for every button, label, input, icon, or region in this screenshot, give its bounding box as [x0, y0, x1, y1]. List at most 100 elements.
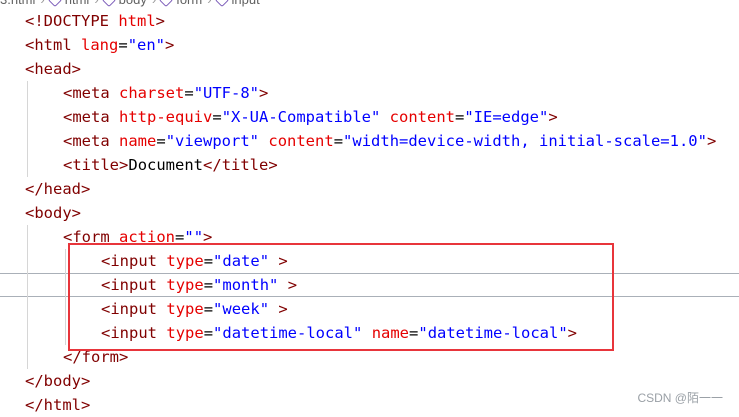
code-token-punct: </ [203, 156, 222, 174]
code-token-tag: meta [72, 84, 110, 102]
code-token-punct: > [81, 396, 91, 414]
code-token-punct: > [548, 108, 558, 126]
code-token-punct: < [63, 108, 73, 126]
watermark: CSDN @陌一一 [637, 391, 723, 405]
code-token-tag: head [34, 60, 72, 78]
code-token-tag: title [72, 156, 120, 174]
code-token-attr: content [389, 108, 455, 126]
element-icon [159, 0, 174, 8]
code-token-punct: <! [25, 12, 44, 30]
breadcrumb-item[interactable]: body [119, 0, 147, 7]
code-token-attr: html [118, 12, 156, 30]
code-token-text: = [184, 84, 194, 102]
code-token-tag: meta [72, 108, 110, 126]
indent-guide [65, 321, 66, 345]
breadcrumb-separator: › [207, 0, 211, 7]
code-token-attr: lang [81, 36, 119, 54]
code-line[interactable]: <meta name="viewport" content="width=dev… [0, 129, 739, 153]
indent-guide [65, 273, 66, 297]
code-token-text: = [333, 132, 344, 150]
code-line[interactable]: </head> [0, 177, 739, 201]
code-token-str: "IE=edge" [464, 108, 549, 126]
code-token-punct: > [155, 12, 166, 30]
element-icon [214, 0, 229, 8]
breadcrumb-item[interactable]: form [176, 0, 202, 7]
code-token-attr: http-equiv [119, 108, 213, 126]
code-token-punct: > [259, 84, 269, 102]
code-token-punct: > [706, 132, 717, 150]
breadcrumb-item[interactable]: html [65, 0, 90, 7]
code-token-tag: body [34, 204, 72, 222]
code-token-punct: < [63, 156, 73, 174]
code-token-tag: body [43, 372, 81, 390]
code-line[interactable]: <title>Document</title> [0, 153, 739, 177]
code-token-punct: > [268, 156, 278, 174]
code-line[interactable]: <meta charset="UTF-8"> [0, 81, 739, 105]
code-token-punct: < [25, 36, 35, 54]
indent-guide [27, 297, 28, 321]
code-token-tag: head [43, 180, 81, 198]
breadcrumb-separator: › [94, 0, 98, 7]
indent-guide [27, 249, 28, 273]
breadcrumb-item[interactable]: input [232, 0, 260, 7]
code-line[interactable]: <html lang="en"> [0, 33, 739, 57]
code-line[interactable]: <head> [0, 57, 739, 81]
code-token-str: "viewport" [165, 132, 260, 150]
code-token-punct: </ [25, 180, 44, 198]
code-token-punct: </ [25, 372, 44, 390]
code-token-punct: > [71, 204, 82, 222]
code-token-str: "X-UA-Compatible" [221, 108, 381, 126]
code-token-punct: > [81, 372, 91, 390]
indent-guide [27, 153, 28, 177]
code-token-text: = [156, 132, 166, 150]
breadcrumb-separator: › [152, 0, 156, 7]
code-line[interactable]: </html> [0, 393, 739, 417]
code-token-text: = [118, 36, 128, 54]
element-icon [47, 0, 62, 8]
code-token-tag: html [34, 36, 72, 54]
code-token-tag: html [43, 396, 81, 414]
code-token-str: "width=device-width, initial-scale=1.0" [343, 132, 707, 150]
code-token-punct: > [165, 36, 175, 54]
indent-guide [27, 129, 28, 153]
code-token-text: Document [128, 156, 204, 174]
code-token-tag: DOCTYPE [43, 12, 109, 30]
code-token-str: "en" [127, 36, 166, 54]
code-token-attr: name [119, 132, 157, 150]
code-line[interactable]: <meta http-equiv="X-UA-Compatible" conte… [0, 105, 739, 129]
code-token-tag: meta [72, 132, 110, 150]
indent-guide [27, 105, 28, 129]
code-token-punct: > [71, 60, 82, 78]
code-token-text: = [212, 108, 222, 126]
code-line[interactable]: <body> [0, 201, 739, 225]
code-token-punct: > [119, 156, 129, 174]
highlight-box [68, 243, 614, 351]
element-icon [101, 0, 116, 8]
indent-guide [27, 345, 28, 369]
code-token-punct: < [63, 132, 73, 150]
code-token-attr: charset [119, 84, 185, 102]
indent-guide [27, 225, 28, 249]
code-token-punct: < [25, 60, 35, 78]
code-line[interactable]: </body> [0, 369, 739, 393]
indent-guide [65, 297, 66, 321]
indent-guide [27, 81, 28, 105]
code-token-str: "UTF-8" [193, 84, 260, 102]
indent-guide [65, 249, 66, 273]
code-token-text: = [455, 108, 465, 126]
code-line[interactable]: <!DOCTYPE html> [0, 9, 739, 33]
breadcrumb-item[interactable]: 3.html [0, 0, 35, 7]
indent-guide [27, 273, 28, 297]
code-token-tag: title [221, 156, 269, 174]
code-token-punct: < [25, 204, 35, 222]
breadcrumb-separator: › [40, 0, 44, 7]
breadcrumb[interactable]: 3.html › html › body › form › input [0, 0, 739, 8]
code-token-attr: content [268, 132, 334, 150]
